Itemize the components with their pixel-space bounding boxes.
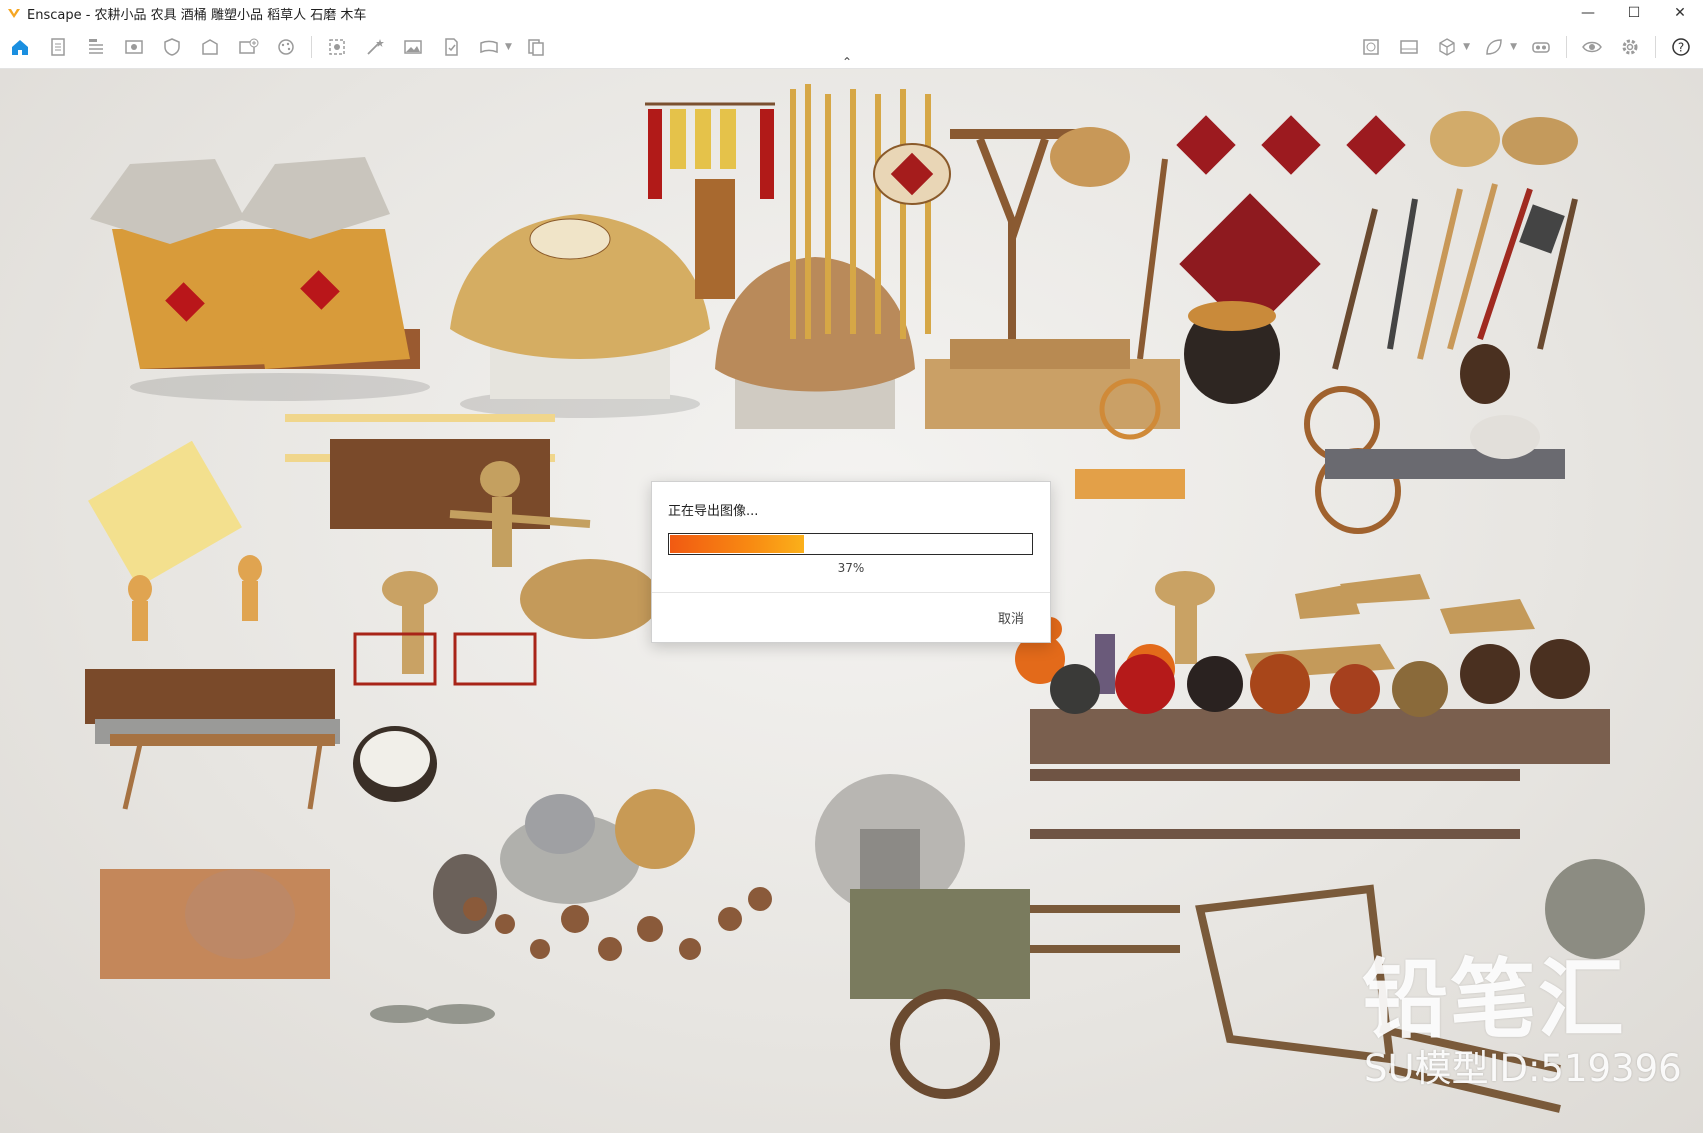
minimize-button[interactable]: — (1565, 0, 1611, 26)
scattered-clay-pots (370, 887, 772, 1024)
round-hut (715, 257, 915, 429)
cube-icon[interactable] (1431, 34, 1463, 60)
help-icon[interactable]: ? (1665, 34, 1697, 60)
view-icon[interactable] (118, 34, 150, 60)
cube-dropdown-icon[interactable]: ▼ (1463, 42, 1470, 52)
model-id-watermark: SU模型ID:519396 (1364, 1047, 1682, 1090)
fence-and-logs (88, 414, 555, 588)
grain-silos (90, 157, 430, 401)
wooden-rake-frame (950, 127, 1130, 359)
magic-wand-icon[interactable] (359, 34, 391, 60)
cancel-button[interactable]: 取消 (998, 608, 1024, 627)
palette-icon[interactable] (270, 34, 302, 60)
brand-watermark: 铅笔汇 (1362, 950, 1626, 1050)
title-bar: Enscape - 农耕小品 农具 酒桶 雕塑小品 稻草人 石磨 木车 — ☐ … (0, 0, 1703, 26)
gallery-icon[interactable] (1393, 34, 1425, 60)
capture-icon[interactable] (321, 34, 353, 60)
batch-export-icon[interactable] (520, 34, 552, 60)
eye-icon[interactable] (1576, 34, 1608, 60)
material-icon[interactable] (1355, 34, 1387, 60)
settings-gear-icon[interactable] (1614, 34, 1646, 60)
export-file-icon[interactable] (435, 34, 467, 60)
document-icon[interactable] (42, 34, 74, 60)
shield-icon[interactable] (156, 34, 188, 60)
maximize-button[interactable]: ☐ (1611, 0, 1657, 26)
ox-cart (850, 889, 1180, 1099)
panorama-icon[interactable] (473, 34, 505, 60)
toolbar: ▼ ⌃ ▼ ▼ ? (0, 26, 1703, 69)
toolbar-separator (1566, 36, 1567, 58)
svg-text:?: ? (1678, 41, 1684, 55)
asset-library-icon[interactable] (194, 34, 226, 60)
progress-percent: 37% (837, 561, 865, 575)
leaf-icon[interactable] (1478, 34, 1510, 60)
thatched-hut (450, 214, 710, 418)
window-title: Enscape - 农耕小品 农具 酒桶 雕塑小品 稻草人 石磨 木车 (27, 7, 367, 23)
home-icon[interactable] (4, 34, 36, 60)
toolbar-separator (1655, 36, 1656, 58)
export-progress-bar (668, 533, 1033, 555)
close-button[interactable]: ✕ (1657, 0, 1703, 26)
dialog-divider (652, 592, 1050, 593)
collapse-toolbar-button[interactable]: ⌃ (842, 55, 852, 69)
bim-list-icon[interactable] (80, 34, 112, 60)
wooden-bench (100, 734, 335, 979)
panorama-dropdown-icon[interactable]: ▼ (505, 42, 512, 52)
vr-headset-icon[interactable] (1525, 34, 1557, 60)
export-progress-dialog: 正在导出图像... 37% 取消 (651, 481, 1051, 643)
leaf-dropdown-icon[interactable]: ▼ (1510, 42, 1517, 52)
dialog-title: 正在导出图像... (668, 504, 759, 519)
progress-fill (670, 535, 804, 553)
image-icon[interactable] (397, 34, 429, 60)
screenshot-add-icon[interactable] (232, 34, 264, 60)
carved-figures-sign (85, 555, 537, 744)
enscape-logo-icon (8, 9, 20, 18)
toolbar-separator (311, 36, 312, 58)
